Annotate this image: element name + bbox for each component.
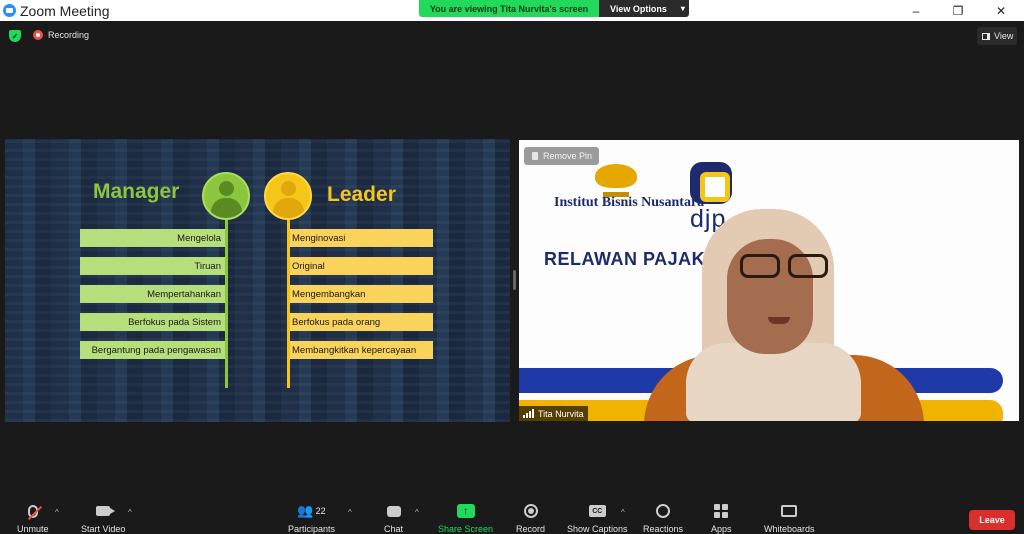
leader-item: Original	[290, 257, 433, 275]
show-captions-button[interactable]: CC Show Captions	[567, 503, 628, 534]
manager-divider	[225, 220, 228, 388]
manager-item: Berfokus pada Sistem	[80, 313, 225, 331]
window-title: Zoom Meeting	[20, 2, 110, 19]
leader-title: Leader	[327, 183, 396, 206]
video-options-caret[interactable]: ^	[128, 508, 132, 517]
manager-title: Manager	[93, 180, 180, 203]
record-label: Record	[516, 524, 546, 534]
record-button[interactable]: Record	[516, 503, 545, 534]
manager-item: Tiruan	[80, 257, 225, 275]
participants-label: Participants	[288, 524, 336, 534]
participants-button[interactable]: 👥 22 Participants	[288, 503, 335, 534]
apps-label: Apps	[711, 524, 732, 534]
captions-options-caret[interactable]: ^	[621, 508, 625, 517]
manager-item: Mengelola	[80, 229, 225, 247]
viewing-screen-banner: You are viewing Tita Nurvita's screen	[419, 0, 599, 17]
pin-icon	[532, 152, 538, 160]
chat-label: Chat	[384, 524, 404, 534]
record-icon	[523, 504, 538, 518]
manager-item: Mempertahankan	[80, 285, 225, 303]
recording-dot-icon	[33, 30, 43, 40]
chat-bubble-icon	[386, 505, 401, 517]
share-screen-button[interactable]: ↑ Share Screen	[438, 503, 493, 534]
leader-item: Menginovasi	[290, 229, 433, 247]
layout-icon	[982, 32, 990, 40]
leader-person-icon	[264, 172, 312, 220]
speaker-video-tile[interactable]: Institut Bisnis Nusantara djp RELAWAN PA…	[519, 140, 1019, 421]
view-options-button[interactable]: View Options ▾	[599, 0, 689, 17]
smiley-icon	[656, 504, 671, 518]
chevron-down-icon: ▾	[680, 4, 685, 13]
recording-label: Recording	[48, 30, 90, 40]
manager-item: Bergantung pada pengawasan	[80, 341, 225, 359]
manager-person-icon	[202, 172, 250, 220]
djp-logo-icon	[690, 162, 732, 204]
reactions-button[interactable]: Reactions	[643, 503, 683, 534]
ibn-emblem-logo	[595, 164, 637, 197]
unmute-label: Unmute	[17, 524, 49, 534]
chat-options-caret[interactable]: ^	[415, 508, 419, 517]
speaker-name: Tita Nurvita	[538, 408, 584, 419]
recording-indicator[interactable]: Recording	[33, 30, 89, 40]
video-off-icon	[96, 506, 116, 516]
whiteboards-label: Whiteboards	[764, 524, 815, 534]
shared-screen: Manager Leader Mengelola Tiruan Memperta…	[5, 139, 510, 422]
restore-button[interactable]: ❐	[935, 0, 981, 21]
audio-options-caret[interactable]: ^	[55, 508, 59, 517]
share-screen-icon: ↑	[456, 504, 475, 518]
close-button[interactable]: ✕	[978, 0, 1024, 21]
view-layout-button[interactable]: View	[977, 27, 1017, 45]
split-view-handle[interactable]	[513, 270, 516, 290]
unmute-button[interactable]: Unmute	[17, 503, 49, 534]
speaker-person	[644, 205, 924, 421]
leader-item: Membangkitkan kepercayaan	[290, 341, 433, 359]
view-options-label: View Options	[610, 3, 667, 14]
apps-button[interactable]: Apps	[711, 503, 732, 534]
minimize-button[interactable]: –	[893, 0, 939, 21]
participants-icon: 👥	[297, 503, 314, 518]
share-screen-label: Share Screen	[438, 524, 494, 534]
muted-microphone-icon	[27, 504, 38, 518]
leader-item: Mengembangkan	[290, 285, 433, 303]
remove-pin-button[interactable]: Remove Pin	[524, 147, 599, 165]
security-shield-icon[interactable]: ✓	[9, 30, 21, 42]
remove-pin-label: Remove Pin	[543, 151, 593, 161]
show-captions-label: Show Captions	[567, 524, 628, 534]
whiteboards-button[interactable]: Whiteboards	[764, 503, 815, 534]
speaker-name-tag: Tita Nurvita	[519, 406, 588, 421]
whiteboard-icon	[781, 505, 798, 517]
signal-bars-icon	[523, 409, 534, 418]
start-video-button[interactable]: Start Video	[81, 503, 125, 534]
leave-button[interactable]: Leave	[969, 510, 1015, 530]
view-label: View	[994, 31, 1014, 41]
captions-icon: CC	[588, 505, 606, 517]
reactions-label: Reactions	[643, 524, 684, 534]
leader-item: Berfokus pada orang	[290, 313, 433, 331]
zoom-logo-icon	[3, 4, 16, 17]
apps-grid-icon	[714, 504, 729, 518]
chat-button[interactable]: Chat	[384, 503, 403, 534]
start-video-label: Start Video	[81, 524, 126, 534]
participants-count: 22	[315, 506, 326, 516]
participants-options-caret[interactable]: ^	[348, 508, 352, 517]
